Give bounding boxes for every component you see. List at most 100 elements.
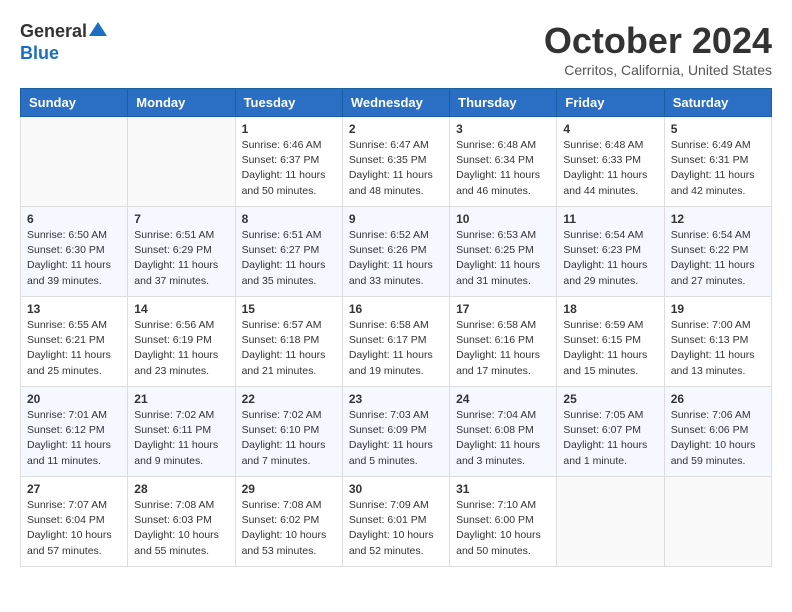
day-info: Sunrise: 6:51 AM Sunset: 6:29 PM Dayligh… xyxy=(134,228,228,289)
day-number: 9 xyxy=(349,212,443,226)
calendar-cell: 2 Sunrise: 6:47 AM Sunset: 6:35 PM Daylig… xyxy=(342,117,449,207)
weekday-header-tuesday: Tuesday xyxy=(235,89,342,117)
day-info: Sunrise: 7:02 AM Sunset: 6:11 PM Dayligh… xyxy=(134,408,228,469)
calendar-week-5: 27 Sunrise: 7:07 AM Sunset: 6:04 PM Dayli… xyxy=(21,477,772,567)
day-number: 21 xyxy=(134,392,228,406)
page-header: General Blue October 2024 Cerritos, Cali… xyxy=(20,20,772,78)
calendar-cell: 12Sunrise: 6:54 AM Sunset: 6:22 PM Dayli… xyxy=(664,207,771,297)
day-number: 24 xyxy=(456,392,550,406)
day-number: 5 xyxy=(671,122,765,136)
day-info: Sunrise: 6:48 AM Sunset: 6:34 PM Dayligh… xyxy=(456,138,550,199)
day-number: 14 xyxy=(134,302,228,316)
day-number: 27 xyxy=(27,482,121,496)
calendar-cell: 8 Sunrise: 6:51 AM Sunset: 6:27 PM Daylig… xyxy=(235,207,342,297)
calendar-cell: 7 Sunrise: 6:51 AM Sunset: 6:29 PM Daylig… xyxy=(128,207,235,297)
day-info: Sunrise: 7:04 AM Sunset: 6:08 PM Dayligh… xyxy=(456,408,550,469)
day-number: 2 xyxy=(349,122,443,136)
calendar-cell: 15Sunrise: 6:57 AM Sunset: 6:18 PM Dayli… xyxy=(235,297,342,387)
day-number: 16 xyxy=(349,302,443,316)
day-info: Sunrise: 7:00 AM Sunset: 6:13 PM Dayligh… xyxy=(671,318,765,379)
calendar-cell: 5 Sunrise: 6:49 AM Sunset: 6:31 PM Daylig… xyxy=(664,117,771,207)
weekday-header-row: SundayMondayTuesdayWednesdayThursdayFrid… xyxy=(21,89,772,117)
calendar-cell: 27 Sunrise: 7:07 AM Sunset: 6:04 PM Dayli… xyxy=(21,477,128,567)
calendar-cell xyxy=(557,477,664,567)
day-number: 6 xyxy=(27,212,121,226)
day-info: Sunrise: 6:46 AM Sunset: 6:37 PM Dayligh… xyxy=(242,138,336,199)
calendar-cell: 24 Sunrise: 7:04 AM Sunset: 6:08 PM Dayli… xyxy=(450,387,557,477)
day-number: 8 xyxy=(242,212,336,226)
day-number: 28 xyxy=(134,482,228,496)
day-number: 18 xyxy=(563,302,657,316)
calendar-week-2: 6 Sunrise: 6:50 AM Sunset: 6:30 PM Daylig… xyxy=(21,207,772,297)
day-number: 29 xyxy=(242,482,336,496)
day-number: 7 xyxy=(134,212,228,226)
calendar-cell: 29 Sunrise: 7:08 AM Sunset: 6:02 PM Dayli… xyxy=(235,477,342,567)
month-title: October 2024 xyxy=(544,20,772,62)
day-number: 1 xyxy=(242,122,336,136)
day-info: Sunrise: 6:58 AM Sunset: 6:16 PM Dayligh… xyxy=(456,318,550,379)
calendar-week-3: 13 Sunrise: 6:55 AM Sunset: 6:21 PM Dayli… xyxy=(21,297,772,387)
day-info: Sunrise: 6:49 AM Sunset: 6:31 PM Dayligh… xyxy=(671,138,765,199)
calendar-cell: 16 Sunrise: 6:58 AM Sunset: 6:17 PM Dayli… xyxy=(342,297,449,387)
calendar-table: SundayMondayTuesdayWednesdayThursdayFrid… xyxy=(20,88,772,567)
calendar-cell: 22 Sunrise: 7:02 AM Sunset: 6:10 PM Dayli… xyxy=(235,387,342,477)
day-info: Sunrise: 7:03 AM Sunset: 6:09 PM Dayligh… xyxy=(349,408,443,469)
day-info: Sunrise: 6:59 AM Sunset: 6:15 PM Dayligh… xyxy=(563,318,657,379)
calendar-cell: 18 Sunrise: 6:59 AM Sunset: 6:15 PM Dayli… xyxy=(557,297,664,387)
day-number: 19 xyxy=(671,302,765,316)
location-subtitle: Cerritos, California, United States xyxy=(544,62,772,78)
day-info: Sunrise: 7:06 AM Sunset: 6:06 PM Dayligh… xyxy=(671,408,765,469)
day-number: 11 xyxy=(563,212,657,226)
day-info: Sunrise: 6:58 AM Sunset: 6:17 PM Dayligh… xyxy=(349,318,443,379)
day-number: 23 xyxy=(349,392,443,406)
calendar-cell: 11 Sunrise: 6:54 AM Sunset: 6:23 PM Dayli… xyxy=(557,207,664,297)
calendar-cell: 17Sunrise: 6:58 AM Sunset: 6:16 PM Dayli… xyxy=(450,297,557,387)
day-info: Sunrise: 6:54 AM Sunset: 6:23 PM Dayligh… xyxy=(563,228,657,289)
weekday-header-monday: Monday xyxy=(128,89,235,117)
day-info: Sunrise: 7:09 AM Sunset: 6:01 PM Dayligh… xyxy=(349,498,443,559)
calendar-cell: 23 Sunrise: 7:03 AM Sunset: 6:09 PM Dayli… xyxy=(342,387,449,477)
day-number: 13 xyxy=(27,302,121,316)
calendar-week-1: 1 Sunrise: 6:46 AM Sunset: 6:37 PM Daylig… xyxy=(21,117,772,207)
day-number: 4 xyxy=(563,122,657,136)
calendar-cell: 20Sunrise: 7:01 AM Sunset: 6:12 PM Dayli… xyxy=(21,387,128,477)
calendar-cell: 6 Sunrise: 6:50 AM Sunset: 6:30 PM Daylig… xyxy=(21,207,128,297)
calendar-cell: 26 Sunrise: 7:06 AM Sunset: 6:06 PM Dayli… xyxy=(664,387,771,477)
day-info: Sunrise: 7:05 AM Sunset: 6:07 PM Dayligh… xyxy=(563,408,657,469)
calendar-cell: 9 Sunrise: 6:52 AM Sunset: 6:26 PM Daylig… xyxy=(342,207,449,297)
day-number: 10 xyxy=(456,212,550,226)
day-info: Sunrise: 7:10 AM Sunset: 6:00 PM Dayligh… xyxy=(456,498,550,559)
day-info: Sunrise: 6:52 AM Sunset: 6:26 PM Dayligh… xyxy=(349,228,443,289)
day-info: Sunrise: 7:02 AM Sunset: 6:10 PM Dayligh… xyxy=(242,408,336,469)
day-info: Sunrise: 6:51 AM Sunset: 6:27 PM Dayligh… xyxy=(242,228,336,289)
weekday-header-friday: Friday xyxy=(557,89,664,117)
calendar-cell xyxy=(21,117,128,207)
weekday-header-saturday: Saturday xyxy=(664,89,771,117)
day-info: Sunrise: 6:48 AM Sunset: 6:33 PM Dayligh… xyxy=(563,138,657,199)
weekday-header-sunday: Sunday xyxy=(21,89,128,117)
calendar-cell: 1 Sunrise: 6:46 AM Sunset: 6:37 PM Daylig… xyxy=(235,117,342,207)
calendar-cell: 21 Sunrise: 7:02 AM Sunset: 6:11 PM Dayli… xyxy=(128,387,235,477)
day-number: 3 xyxy=(456,122,550,136)
day-info: Sunrise: 6:57 AM Sunset: 6:18 PM Dayligh… xyxy=(242,318,336,379)
calendar-cell: 31Sunrise: 7:10 AM Sunset: 6:00 PM Dayli… xyxy=(450,477,557,567)
day-number: 22 xyxy=(242,392,336,406)
day-info: Sunrise: 6:50 AM Sunset: 6:30 PM Dayligh… xyxy=(27,228,121,289)
weekday-header-thursday: Thursday xyxy=(450,89,557,117)
calendar-cell: 28 Sunrise: 7:08 AM Sunset: 6:03 PM Dayli… xyxy=(128,477,235,567)
day-info: Sunrise: 6:47 AM Sunset: 6:35 PM Dayligh… xyxy=(349,138,443,199)
day-info: Sunrise: 6:56 AM Sunset: 6:19 PM Dayligh… xyxy=(134,318,228,379)
weekday-header-wednesday: Wednesday xyxy=(342,89,449,117)
day-info: Sunrise: 7:08 AM Sunset: 6:02 PM Dayligh… xyxy=(242,498,336,559)
day-info: Sunrise: 7:08 AM Sunset: 6:03 PM Dayligh… xyxy=(134,498,228,559)
day-number: 30 xyxy=(349,482,443,496)
day-number: 20 xyxy=(27,392,121,406)
day-number: 26 xyxy=(671,392,765,406)
logo-icon xyxy=(89,20,107,38)
logo-general-text: General xyxy=(20,21,87,42)
day-info: Sunrise: 6:55 AM Sunset: 6:21 PM Dayligh… xyxy=(27,318,121,379)
calendar-week-4: 20Sunrise: 7:01 AM Sunset: 6:12 PM Dayli… xyxy=(21,387,772,477)
calendar-cell: 3 Sunrise: 6:48 AM Sunset: 6:34 PM Daylig… xyxy=(450,117,557,207)
day-info: Sunrise: 7:07 AM Sunset: 6:04 PM Dayligh… xyxy=(27,498,121,559)
day-info: Sunrise: 6:53 AM Sunset: 6:25 PM Dayligh… xyxy=(456,228,550,289)
